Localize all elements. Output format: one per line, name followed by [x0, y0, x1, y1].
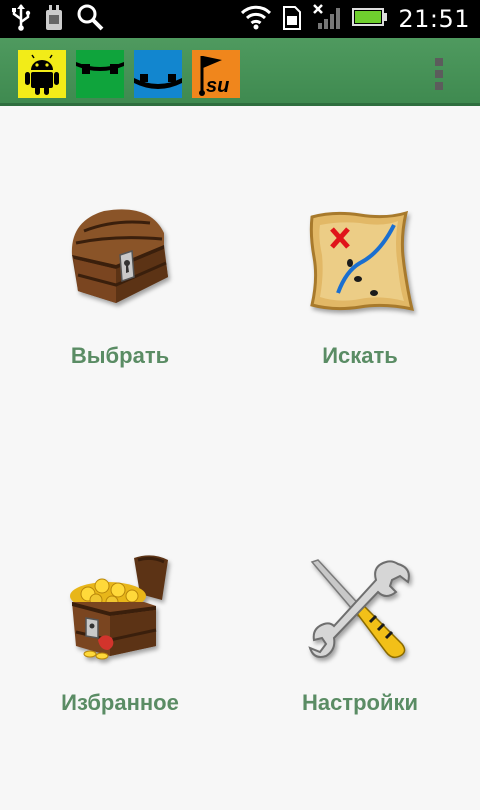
battery-icon	[352, 6, 388, 33]
menu-item-search[interactable]: Искать	[240, 203, 480, 463]
menu-item-label: Выбрать	[70, 343, 170, 368]
menu-item-label: Искать	[322, 343, 398, 368]
menu-item-label: Избранное	[61, 690, 179, 715]
status-bar: 21:51	[0, 0, 480, 38]
overflow-menu-icon[interactable]	[434, 58, 444, 92]
sd-card-icon	[42, 3, 66, 36]
treasure-map-icon	[304, 209, 416, 321]
gold-chest-icon	[64, 550, 176, 662]
sim-card-icon	[282, 3, 302, 36]
action-bar: su	[0, 38, 480, 106]
wrench-screwdriver-icon	[304, 556, 416, 668]
treasure-chest-icon	[64, 203, 176, 315]
wifi-icon	[240, 4, 272, 35]
android-app-icon[interactable]	[18, 50, 66, 98]
menu-item-select[interactable]: Выбрать	[0, 203, 240, 463]
no-signal-icon	[312, 3, 342, 36]
menu-item-favorites[interactable]: Избранное	[0, 550, 240, 810]
usb-icon	[10, 3, 32, 36]
menu-item-label: Настройки	[301, 690, 419, 715]
status-time: 21:51	[398, 5, 470, 33]
main-menu: Выбрать Искать Избранное Настройки	[0, 108, 480, 800]
su-app-text: su	[206, 75, 229, 97]
green-app-icon[interactable]	[76, 50, 124, 98]
search-icon	[76, 3, 104, 36]
orange-su-app-icon[interactable]: su	[192, 50, 240, 98]
menu-item-settings[interactable]: Настройки	[240, 550, 480, 810]
blue-app-icon[interactable]	[134, 50, 182, 98]
